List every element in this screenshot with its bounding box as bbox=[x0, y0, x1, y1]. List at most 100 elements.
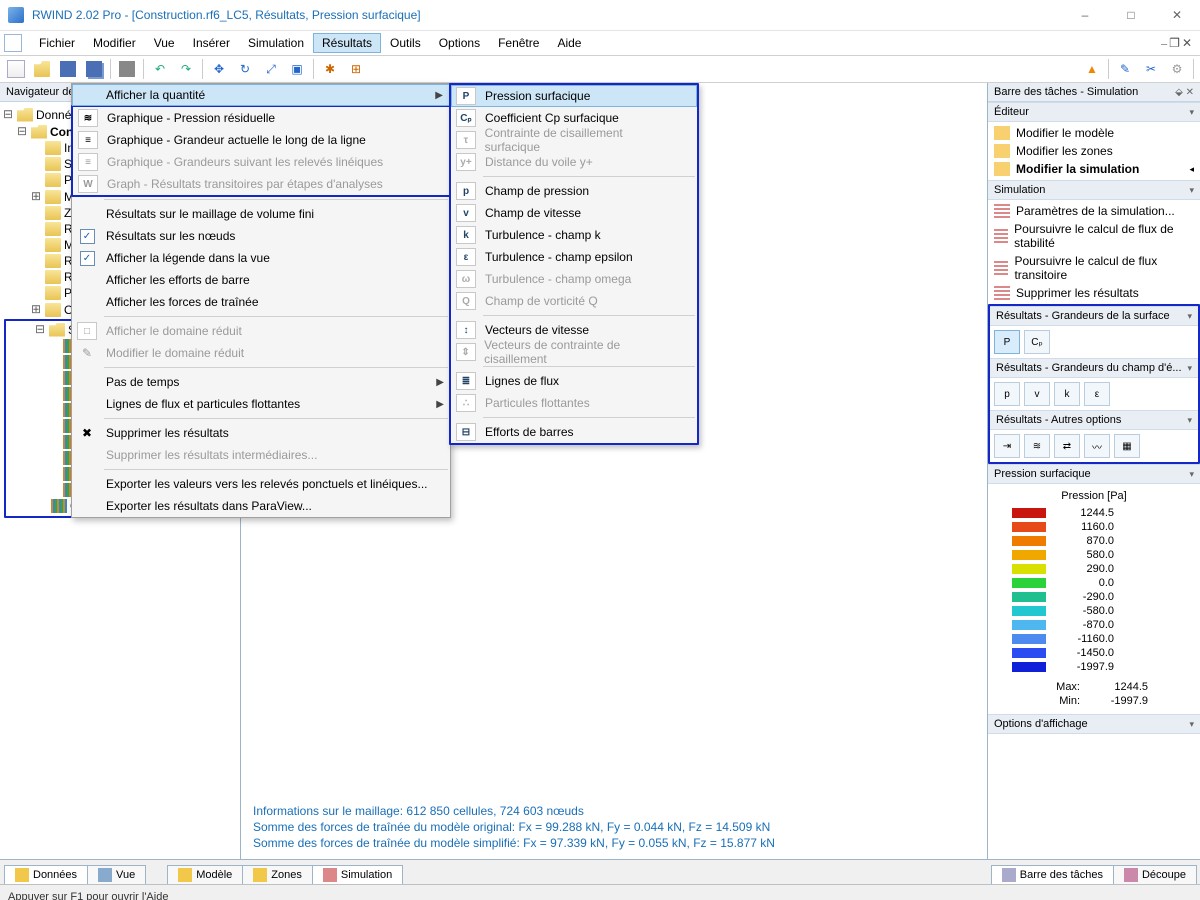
results-menu[interactable]: Afficher la quantité▶≋Graphique - Pressi… bbox=[71, 83, 451, 518]
max-label: Max: bbox=[1046, 681, 1080, 693]
submenu-item[interactable]: pChamp de pression bbox=[451, 180, 697, 202]
pin-icon[interactable]: ⬙ ✕ bbox=[1175, 87, 1194, 98]
tool-r2[interactable]: ✎ bbox=[1113, 57, 1137, 81]
other-opt-4[interactable]: 〰 bbox=[1084, 434, 1110, 458]
task-item[interactable]: Modifier la simulation◂ bbox=[992, 160, 1196, 178]
menu-item: ≡Graphique - Grandeurs suivant les relev… bbox=[73, 151, 449, 173]
menu-item: WGraph - Résultats transitoires par étap… bbox=[73, 173, 449, 195]
redo-button[interactable]: ↷ bbox=[174, 57, 198, 81]
tool-b[interactable]: ↻ bbox=[233, 57, 257, 81]
result-button[interactable]: P bbox=[994, 330, 1020, 354]
result-button[interactable]: k bbox=[1054, 382, 1080, 406]
tool-r3[interactable]: ✂ bbox=[1139, 57, 1163, 81]
menu-simulation[interactable]: Simulation bbox=[239, 33, 313, 53]
editor-section: Éditeur bbox=[994, 106, 1029, 118]
menu-résultats[interactable]: Résultats bbox=[313, 33, 381, 53]
menu-fenêtre[interactable]: Fenêtre bbox=[489, 33, 548, 53]
undo-button[interactable]: ↶ bbox=[148, 57, 172, 81]
results-field-section: Résultats - Grandeurs du champ d'é... bbox=[996, 362, 1182, 374]
task-item[interactable]: Poursuivre le calcul de flux de stabilit… bbox=[992, 220, 1196, 252]
mdi-restore-icon[interactable]: ❐ bbox=[1169, 36, 1180, 51]
task-item[interactable]: Poursuivre le calcul de flux transitoire bbox=[992, 252, 1196, 284]
status-bar: Appuyer sur F1 pour ouvrir l'Aide bbox=[0, 884, 1200, 900]
menu-options[interactable]: Options bbox=[430, 33, 489, 53]
menu-item[interactable]: Lignes de flux et particules flottantes▶ bbox=[72, 393, 450, 415]
other-opt-3[interactable]: ⇄ bbox=[1054, 434, 1080, 458]
mdi-close-icon[interactable]: ✕ bbox=[1182, 36, 1192, 51]
tool-e[interactable]: ✱ bbox=[318, 57, 342, 81]
tool-d[interactable]: ▣ bbox=[285, 57, 309, 81]
legend-row: 1244.5 bbox=[996, 506, 1192, 520]
tab-données[interactable]: Données bbox=[4, 865, 88, 884]
other-opt-2[interactable]: ≋ bbox=[1024, 434, 1050, 458]
menu-item[interactable]: ✖Supprimer les résultats bbox=[72, 422, 450, 444]
legend-row: 870.0 bbox=[996, 534, 1192, 548]
menu-item[interactable]: ≋Graphique - Pression résiduelle bbox=[73, 107, 449, 129]
quantity-submenu[interactable]: PPression surfaciqueCₚCoefficient Cp sur… bbox=[449, 83, 699, 445]
menu-item[interactable]: ✓Afficher la légende dans la vue bbox=[72, 247, 450, 269]
print-button[interactable] bbox=[115, 57, 139, 81]
result-button[interactable]: v bbox=[1024, 382, 1050, 406]
submenu-item: QChamp de vorticité Q bbox=[451, 290, 697, 312]
legend-row: -1160.0 bbox=[996, 632, 1192, 646]
tool-r4[interactable]: ⚙ bbox=[1165, 57, 1189, 81]
other-opt-5[interactable]: ▦ bbox=[1114, 434, 1140, 458]
close-button[interactable]: ✕ bbox=[1154, 0, 1200, 30]
tool-a[interactable]: ✥ bbox=[207, 57, 231, 81]
tab-vue[interactable]: Vue bbox=[87, 865, 146, 884]
result-button[interactable]: ε bbox=[1084, 382, 1110, 406]
tab-découpe[interactable]: Découpe bbox=[1113, 865, 1197, 884]
app-icon bbox=[8, 7, 24, 23]
open-button[interactable] bbox=[30, 57, 54, 81]
new-button[interactable] bbox=[4, 57, 28, 81]
pressure-section: Pression surfacique bbox=[994, 468, 1091, 480]
legend-row: 290.0 bbox=[996, 562, 1192, 576]
menu-item[interactable]: ≡Graphique - Grandeur actuelle le long d… bbox=[73, 129, 449, 151]
minimize-button[interactable]: – bbox=[1062, 0, 1108, 30]
task-item[interactable]: Paramètres de la simulation... bbox=[992, 202, 1196, 220]
task-item[interactable]: Modifier le modèle bbox=[992, 124, 1196, 142]
min-value: -1997.9 bbox=[1088, 695, 1148, 707]
menu-item[interactable]: Exporter les résultats dans ParaView... bbox=[72, 495, 450, 517]
menu-item[interactable]: Afficher les forces de traînée bbox=[72, 291, 450, 313]
maximize-button[interactable]: □ bbox=[1108, 0, 1154, 30]
other-opt-1[interactable]: ⇥ bbox=[994, 434, 1020, 458]
menu-vue[interactable]: Vue bbox=[145, 33, 184, 53]
tool-c[interactable]: ⤢ bbox=[259, 57, 283, 81]
save-as-button[interactable] bbox=[82, 57, 106, 81]
menu-outils[interactable]: Outils bbox=[381, 33, 430, 53]
submenu-item[interactable]: εTurbulence - champ epsilon bbox=[451, 246, 697, 268]
tab-modèle[interactable]: Modèle bbox=[167, 865, 243, 884]
menu-item[interactable]: Afficher les efforts de barre bbox=[72, 269, 450, 291]
tab-simulation[interactable]: Simulation bbox=[312, 865, 403, 884]
menu-item[interactable]: Pas de temps▶ bbox=[72, 371, 450, 393]
mdi-minimize-icon[interactable]: – bbox=[1161, 36, 1167, 51]
submenu-item[interactable]: kTurbulence - champ k bbox=[451, 224, 697, 246]
result-button[interactable]: p bbox=[994, 382, 1020, 406]
menu-item[interactable]: Afficher la quantité▶ bbox=[72, 84, 450, 106]
tab-zones[interactable]: Zones bbox=[242, 865, 313, 884]
submenu-item[interactable]: vChamp de vitesse bbox=[451, 202, 697, 224]
submenu-item[interactable]: ≣Lignes de flux bbox=[451, 370, 697, 392]
menu-insérer[interactable]: Insérer bbox=[184, 33, 239, 53]
menu-item[interactable]: Exporter les valeurs vers les relevés po… bbox=[72, 473, 450, 495]
task-item[interactable]: Modifier les zones bbox=[992, 142, 1196, 160]
result-button[interactable]: Cₚ bbox=[1024, 330, 1050, 354]
legend-row: 580.0 bbox=[996, 548, 1192, 562]
task-item[interactable]: Supprimer les résultats bbox=[992, 284, 1196, 302]
menu-item[interactable]: Résultats sur le maillage de volume fini bbox=[72, 203, 450, 225]
menu-modifier[interactable]: Modifier bbox=[84, 33, 145, 53]
menu-fichier[interactable]: Fichier bbox=[30, 33, 84, 53]
menu-item[interactable]: ✓Résultats sur les nœuds bbox=[72, 225, 450, 247]
menu-bar: FichierModifierVueInsérerSimulationRésul… bbox=[0, 31, 1200, 56]
menu-aide[interactable]: Aide bbox=[548, 33, 590, 53]
save-button[interactable] bbox=[56, 57, 80, 81]
tool-r1[interactable]: ▲ bbox=[1080, 57, 1104, 81]
submenu-item[interactable]: PPression surfacique bbox=[451, 85, 697, 107]
tool-f[interactable]: ⊞ bbox=[344, 57, 368, 81]
results-surface-section: Résultats - Grandeurs de la surface bbox=[996, 310, 1170, 322]
taskbar-panel: Barre des tâches - Simulation ⬙ ✕ Éditeu… bbox=[988, 83, 1200, 859]
mdi-controls[interactable]: – ❐ ✕ bbox=[1161, 36, 1200, 51]
tab-barre des tâches[interactable]: Barre des tâches bbox=[991, 865, 1114, 884]
submenu-item[interactable]: ⊟Efforts de barres bbox=[451, 421, 697, 443]
